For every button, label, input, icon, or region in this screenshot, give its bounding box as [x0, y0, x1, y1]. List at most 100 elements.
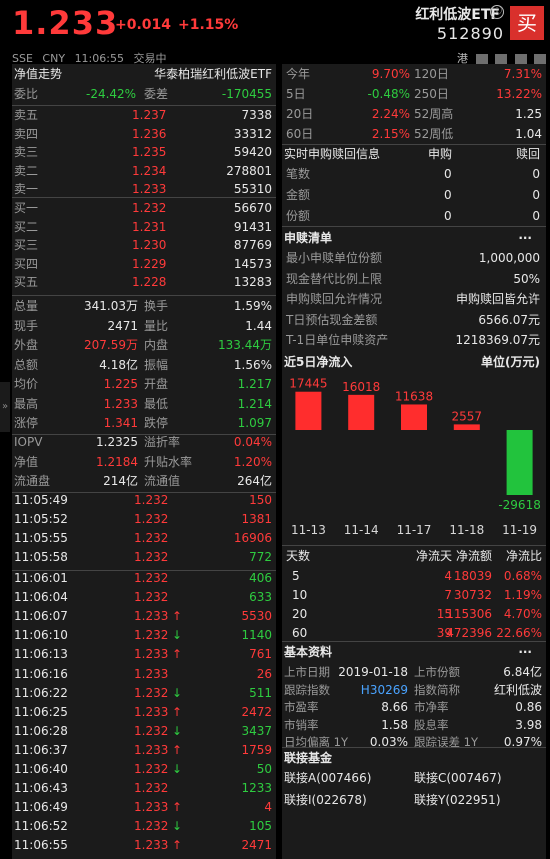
level-price[interactable]: 1.231: [132, 217, 166, 237]
tick-time: 11:06:07: [14, 609, 68, 624]
level-volume: 13283: [233, 275, 272, 289]
up-arrow-icon: ↑: [172, 704, 183, 719]
list-label: T-1日单位申赎资产: [286, 333, 389, 347]
level-price[interactable]: 1.237: [132, 105, 166, 125]
flow-table-row: 5 4 18039 0.68%: [282, 566, 546, 586]
flow-value-label: 2557: [452, 409, 483, 423]
trade-tick-row: 11:06:25 1.233 ↑ 2472: [12, 702, 276, 722]
level-volume: 14573: [233, 256, 272, 271]
flow-table-row: 20 15 115306 4.70%: [282, 604, 546, 624]
level-price[interactable]: 1.236: [132, 124, 166, 144]
trade-tick-row: 11:06:16 1.233 26: [12, 664, 276, 684]
down-arrow-icon: ↓: [172, 628, 183, 643]
col-inflow-days: 净流天: [415, 549, 452, 563]
stat-value: 1.20%: [233, 454, 272, 469]
level-price[interactable]: 1.228: [132, 272, 166, 292]
tick-price: 1.232: [134, 762, 169, 776]
trade-tick-row: 11:05:58 1.232 772: [12, 547, 276, 567]
flow-date-label: 11-14: [344, 523, 379, 537]
settings-icon[interactable]: [534, 54, 546, 64]
share-icon[interactable]: [495, 54, 507, 64]
order-level-row: 卖四 1.236 33312: [12, 124, 276, 144]
trade-tick-row: 11:06:13 1.233 ↑ 761: [12, 644, 276, 664]
flow-amount: 30732: [453, 588, 492, 602]
order-book-panel: 净值走势 华泰柏瑞红利低波ETF 委比 -24.42% 委差 -170455 卖…: [12, 64, 276, 859]
stat-row: 外盘 207.59万 内盘 133.44万: [12, 335, 276, 355]
stat-label: 外盘: [14, 338, 39, 352]
stat-value: 0.04%: [233, 435, 272, 449]
weibi-value: -24.42%: [86, 87, 137, 101]
tick-price: 1.232: [134, 493, 169, 507]
return-value: 7.31%: [503, 67, 542, 81]
tick-price: 1.232: [134, 531, 169, 546]
tick-volume: 2472: [241, 704, 272, 719]
tick-price: 1.233: [134, 647, 169, 662]
linked-fund-link[interactable]: 联接Y(022951): [414, 790, 501, 810]
level-price[interactable]: 1.232: [132, 198, 166, 218]
stat-value: 207.59万: [84, 338, 138, 352]
net-inflow-chart: 17445 11-13 16018 11-14 11638 11-17 2557 11-18-…: [289, 377, 541, 537]
flow-inflow-days: 7: [444, 588, 452, 602]
sr-redeem-value: 0: [532, 167, 540, 181]
linked-fund-link[interactable]: 联接C(007467): [414, 768, 502, 788]
trade-tick-row: 11:06:04 1.232 633: [12, 587, 276, 607]
list-value: 申购赎回皆允许: [455, 292, 540, 306]
fund-name: 红利低波ETF: [415, 7, 500, 23]
list-more-button[interactable]: ···: [518, 228, 532, 248]
tick-volume: 406: [249, 571, 272, 585]
sr-row: 份额 0 0: [282, 206, 546, 226]
down-arrow-icon: ↓: [172, 723, 183, 738]
return-label: 5日: [286, 87, 306, 101]
level-volume: 55310: [233, 182, 272, 196]
order-level-row: 买四 1.229 14573: [12, 254, 276, 274]
linked-fund-link[interactable]: 联接I(022678): [284, 790, 367, 810]
flow-ratio: 4.70%: [503, 607, 542, 621]
return-label: 今年: [286, 67, 311, 81]
tick-time: 11:06:52: [14, 819, 68, 834]
tick-time: 11:06:22: [14, 685, 68, 700]
tick-price: 1.232: [134, 571, 169, 585]
level-price[interactable]: 1.234: [132, 161, 166, 181]
level-price[interactable]: 1.229: [132, 254, 166, 274]
flow-value-label: 17445: [289, 377, 327, 391]
expand-sidebar-icon[interactable]: »: [0, 382, 10, 432]
edit-icon[interactable]: [475, 54, 488, 64]
flow-days: 10: [292, 588, 308, 602]
stat-row: IOPV 1.2325 溢折率 0.04%: [12, 432, 276, 452]
stat-value: 1.233: [103, 396, 138, 411]
sr-col-subscribe: 申购: [428, 147, 453, 161]
flow-bar: [295, 391, 322, 430]
flow-ratio: 1.19%: [503, 588, 542, 602]
trade-tick-row: 11:05:49 1.232 150: [12, 490, 276, 510]
tick-time: 11:06:04: [14, 590, 68, 605]
level-volume: 56670: [233, 201, 272, 215]
list-value: 1218369.07元: [455, 333, 540, 347]
tick-volume: 633: [249, 590, 272, 605]
info-icon[interactable]: ⓘ: [490, 5, 504, 19]
flow-date-label: 11-18: [449, 523, 484, 537]
fund-full-name: 华泰柏瑞红利低波ETF: [154, 67, 272, 81]
flow-days: 20: [292, 607, 308, 621]
level-price[interactable]: 1.235: [132, 142, 166, 162]
basic-header-row: 基本资料 ···: [282, 642, 546, 662]
alert-icon[interactable]: [514, 54, 527, 64]
tick-time: 11:05:52: [14, 512, 68, 527]
tick-time: 11:06:37: [14, 742, 68, 757]
buy-button[interactable]: 买: [510, 6, 544, 40]
tick-volume: 1759: [241, 742, 272, 757]
quote-header: 1.233 +0.014 +1.15% SSE CNY 11:06:55 交易中…: [0, 0, 550, 65]
tick-volume: 2471: [241, 838, 272, 853]
tick-volume: 761: [249, 647, 272, 662]
stat-value: 2471: [107, 318, 138, 333]
order-level-row: 卖五 1.237 7338: [12, 105, 276, 125]
stat-label: 现手: [14, 318, 39, 333]
linked-fund-link[interactable]: 联接A(007466): [284, 768, 371, 788]
sr-label: 金额: [286, 188, 311, 202]
nav-trend-tab[interactable]: 净值走势: [14, 64, 62, 84]
level-price[interactable]: 1.230: [132, 235, 166, 255]
stat-value: 4.18亿: [99, 357, 138, 372]
basic-more-button[interactable]: ···: [518, 642, 532, 662]
stat-label: 内盘: [144, 338, 169, 352]
level-price[interactable]: 1.233: [132, 179, 166, 199]
price-change: +0.014: [115, 17, 172, 33]
